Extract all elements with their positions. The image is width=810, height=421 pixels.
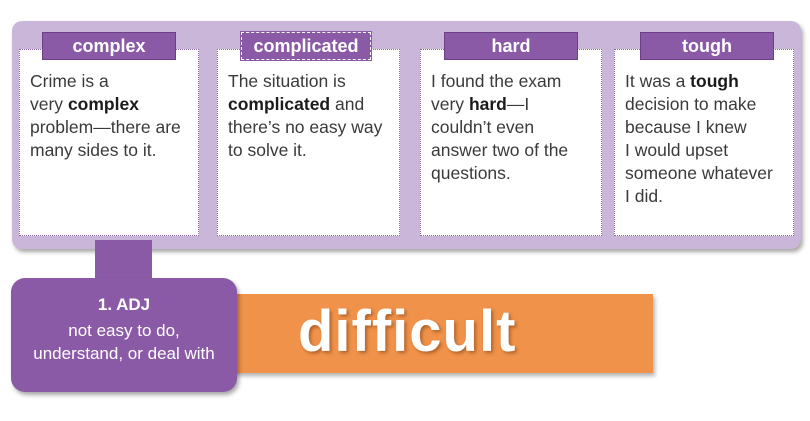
connector-stem <box>95 240 152 280</box>
example-run: very <box>431 94 469 114</box>
example-text: It was a tough decision to make because I … <box>625 70 785 208</box>
example-keyword: complicated <box>228 94 331 114</box>
example-run: —I <box>506 94 530 114</box>
definition-line-2: understand, or deal with <box>33 344 215 363</box>
sense-box: 1. ADJ not easy to do, understand, or de… <box>11 278 237 392</box>
example-run: problem—there are <box>30 117 181 137</box>
example-run: couldn’t even <box>431 117 535 137</box>
example-run: answer two of the <box>431 140 569 160</box>
example-run: because I knew <box>625 117 747 137</box>
example-run: someone whatever <box>625 163 773 183</box>
synonym-label-complex: complex <box>42 32 176 60</box>
synonym-label-tough: tough <box>640 32 774 60</box>
example-run: to solve it. <box>228 140 307 160</box>
synonym-label-complicated: complicated <box>240 31 372 61</box>
example-run: Crime is a <box>30 71 109 91</box>
synonym-card-complicated: The situation is complicated and there’s n… <box>217 49 400 236</box>
example-run: many sides to it. <box>30 140 157 160</box>
example-run: very <box>30 94 68 114</box>
definition-line-1: not easy to do, <box>68 321 180 340</box>
example-keyword: hard <box>468 94 507 114</box>
example-keyword: complex <box>67 94 139 114</box>
example-run: questions. <box>431 163 511 183</box>
example-text: I found the exam very hard—I couldn’t even… <box>431 70 593 185</box>
example-run: I found the exam <box>431 71 562 91</box>
example-run: It was a <box>625 71 691 91</box>
headword-banner: difficult <box>228 294 653 373</box>
example-run: decision to make <box>625 94 757 114</box>
example-text: Crime is a very complex problem—there are m… <box>30 70 190 162</box>
example-run: The situation is <box>228 71 346 91</box>
synonym-card-tough: It was a tough decision to make because I … <box>614 49 794 236</box>
example-keyword: tough <box>690 71 739 91</box>
example-run: I did. <box>625 186 663 206</box>
example-run: there’s no easy way <box>228 117 383 137</box>
synonym-label-hard: hard <box>444 32 578 60</box>
synonym-card-complex: Crime is a very complex problem—there are m… <box>19 49 199 236</box>
sense-definition: not easy to do, understand, or deal with <box>11 319 237 365</box>
example-run: I would upset <box>625 140 729 160</box>
sense-label: 1. ADJ <box>97 295 151 314</box>
synonym-card-hard: I found the exam very hard—I couldn’t even… <box>420 49 602 236</box>
example-text: The situation is complicated and there’s n… <box>228 70 391 162</box>
example-run: and <box>330 94 365 114</box>
headword: difficult <box>298 299 517 364</box>
